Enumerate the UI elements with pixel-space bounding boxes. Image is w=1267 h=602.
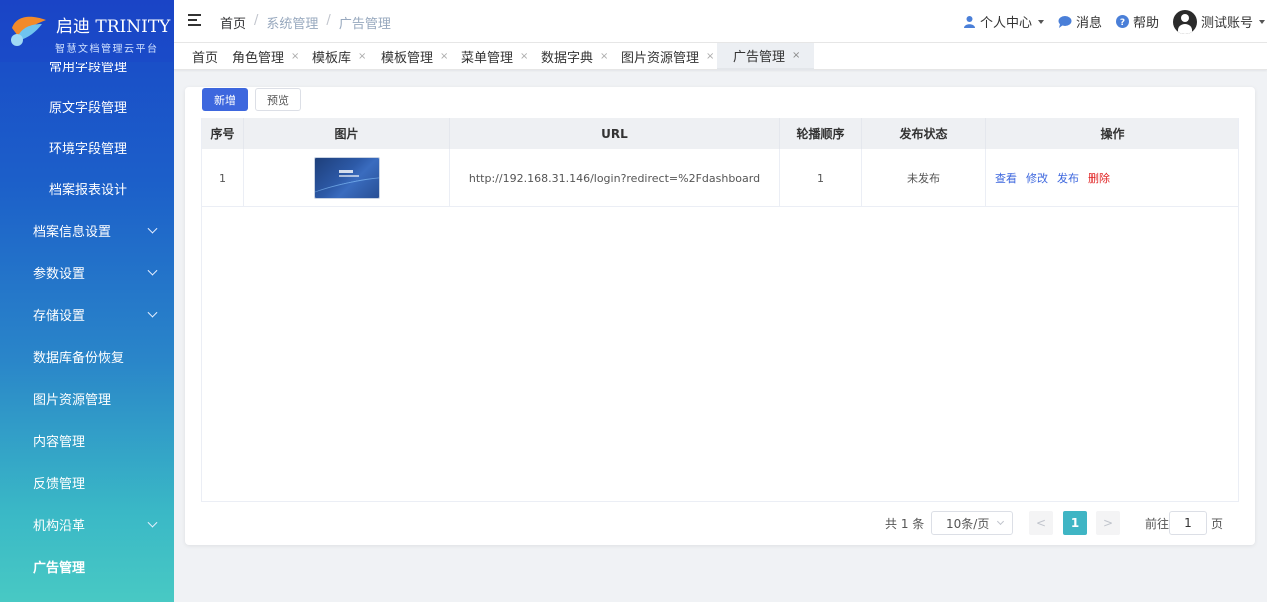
sidebar-item-image-resources[interactable]: 图片资源管理 [0, 377, 174, 419]
breadcrumb: 首页 / 系统管理 / 广告管理 [220, 13, 391, 32]
chevron-down-icon [147, 517, 158, 528]
table-row: 1 http://192.168.31.146/login?redirect=%… [202, 149, 1238, 207]
close-icon[interactable]: × [600, 51, 608, 62]
sidebar-item-parameters[interactable]: 参数设置 [0, 251, 174, 293]
caret-down-icon [1037, 19, 1044, 24]
sidebar-item-report-design[interactable]: 档案报表设计 [0, 168, 174, 209]
breadcrumb-system: 系统管理 [266, 17, 319, 32]
sidebar-item-db-backup[interactable]: 数据库备份恢复 [0, 335, 174, 377]
add-button[interactable]: 新增 [202, 88, 248, 111]
column-url: URL [450, 118, 780, 149]
close-icon[interactable]: × [706, 51, 714, 62]
sidebar-item-org-history[interactable]: 机构沿革 [0, 503, 174, 545]
message-icon [1058, 16, 1072, 28]
tab-data-dictionary[interactable]: 数据字典 × [541, 43, 608, 70]
column-publish-status: 发布状态 [862, 118, 986, 149]
ad-thumbnail[interactable] [313, 157, 380, 199]
jump-unit: 页 [1211, 517, 1224, 531]
logo-subtitle: 智慧文档管理云平台 [55, 44, 159, 55]
sidebar: 常用字段管理 原文字段管理 环境字段管理 档案报表设计 档案信息设置 参数设置 … [0, 0, 174, 602]
help-button[interactable]: ? 帮助 [1115, 12, 1159, 31]
chevron-down-icon [147, 307, 158, 318]
pagination: 共 1 条 10条/页 < 1 > 前往 1 页 [185, 511, 1255, 535]
page-size-select[interactable]: 10条/页 [931, 511, 1013, 535]
preview-button[interactable]: 预览 [255, 88, 301, 111]
close-icon[interactable]: × [291, 51, 299, 62]
sidebar-item-storage[interactable]: 存储设置 [0, 293, 174, 335]
tab-ad-management[interactable]: 广告管理 × [717, 43, 815, 70]
prev-page-button[interactable]: < [1029, 511, 1053, 535]
close-icon[interactable]: × [520, 51, 528, 62]
column-index: 序号 [202, 118, 244, 149]
user-icon [963, 16, 975, 28]
logo-icon [11, 16, 46, 46]
svg-text:?: ? [1120, 18, 1125, 28]
hamburger-icon[interactable] [188, 14, 201, 26]
tab-menu-management[interactable]: 菜单管理 × [461, 43, 528, 70]
ads-table: 序号 图片 URL 轮播顺序 发布状态 操作 1 http://192.168.… [201, 118, 1239, 502]
logo[interactable]: 启迪 TRINITY 智慧文档管理云平台 [0, 0, 174, 62]
chevron-down-icon [147, 265, 158, 276]
cell-index: 1 [202, 149, 244, 207]
breadcrumb-current: 广告管理 [338, 17, 391, 32]
sidebar-item-original-fields[interactable]: 原文字段管理 [0, 86, 174, 127]
delete-link[interactable]: 删除 [1088, 170, 1110, 186]
page-1-button[interactable]: 1 [1063, 511, 1087, 535]
messages-button[interactable]: 消息 [1058, 12, 1102, 31]
column-image: 图片 [244, 118, 450, 149]
cell-actions: 查看 修改 发布 删除 [986, 149, 1239, 207]
tab-image-resources[interactable]: 图片资源管理 × [621, 43, 714, 70]
user-center-dropdown[interactable]: 个人中心 [963, 12, 1044, 31]
chevron-down-icon [996, 517, 1005, 526]
help-icon: ? [1115, 15, 1129, 28]
publish-link[interactable]: 发布 [1057, 170, 1079, 186]
sidebar-item-archive-info[interactable]: 档案信息设置 [0, 209, 174, 251]
sidebar-menu: 常用字段管理 原文字段管理 环境字段管理 档案报表设计 档案信息设置 参数设置 … [0, 45, 174, 587]
caret-down-icon [1259, 19, 1265, 24]
cell-carousel-order: 1 [780, 149, 862, 207]
navbar: 首页 / 系统管理 / 广告管理 个人中心 消息 ? 帮助 测试账号 [174, 0, 1267, 43]
close-icon[interactable]: × [792, 50, 800, 61]
sidebar-item-environment-fields[interactable]: 环境字段管理 [0, 127, 174, 168]
pagination-total: 共 1 条 [885, 517, 925, 531]
column-carousel-order: 轮播顺序 [780, 118, 862, 149]
cell-image [244, 149, 450, 207]
sidebar-item-ads[interactable]: 广告管理 [0, 545, 174, 587]
sidebar-item-content[interactable]: 内容管理 [0, 419, 174, 461]
sidebar-item-feedback[interactable]: 反馈管理 [0, 461, 174, 503]
close-icon[interactable]: × [358, 51, 366, 62]
tab-home[interactable]: 首页 [192, 43, 218, 70]
logo-title: 启迪 TRINITY [56, 17, 171, 37]
tabs-bar: 首页 角色管理 × 模板库 × 模板管理 × 菜单管理 × 数据字典 × 图片资源管理 × … [174, 43, 1267, 70]
breadcrumb-home[interactable]: 首页 [220, 13, 246, 32]
cell-url: http://192.168.31.146/login?redirect=%2F… [450, 149, 780, 207]
account-dropdown[interactable]: 测试账号 [1172, 9, 1265, 34]
close-icon[interactable]: × [440, 51, 448, 62]
edit-link[interactable]: 修改 [1026, 170, 1048, 186]
content-card: 新增 预览 序号 图片 URL 轮播顺序 发布状态 操作 1 http://19… [185, 87, 1255, 545]
breadcrumb-separator: / [254, 13, 259, 28]
cell-publish-status: 未发布 [862, 149, 986, 207]
jump-page-input[interactable]: 1 [1169, 511, 1207, 535]
table-header: 序号 图片 URL 轮播顺序 发布状态 操作 [202, 118, 1238, 149]
next-page-button[interactable]: > [1096, 511, 1120, 535]
tab-template-library[interactable]: 模板库 × [312, 43, 366, 70]
header-actions: 个人中心 消息 ? 帮助 测试账号 [963, 0, 1267, 43]
jump-label: 前往 [1145, 517, 1170, 531]
breadcrumb-separator: / [326, 13, 331, 28]
chevron-down-icon [147, 223, 158, 234]
tab-role-management[interactable]: 角色管理 × [232, 43, 299, 70]
avatar [1172, 9, 1197, 34]
view-link[interactable]: 查看 [995, 170, 1017, 186]
tab-template-management[interactable]: 模板管理 × [381, 43, 448, 70]
column-actions: 操作 [1100, 127, 1125, 141]
